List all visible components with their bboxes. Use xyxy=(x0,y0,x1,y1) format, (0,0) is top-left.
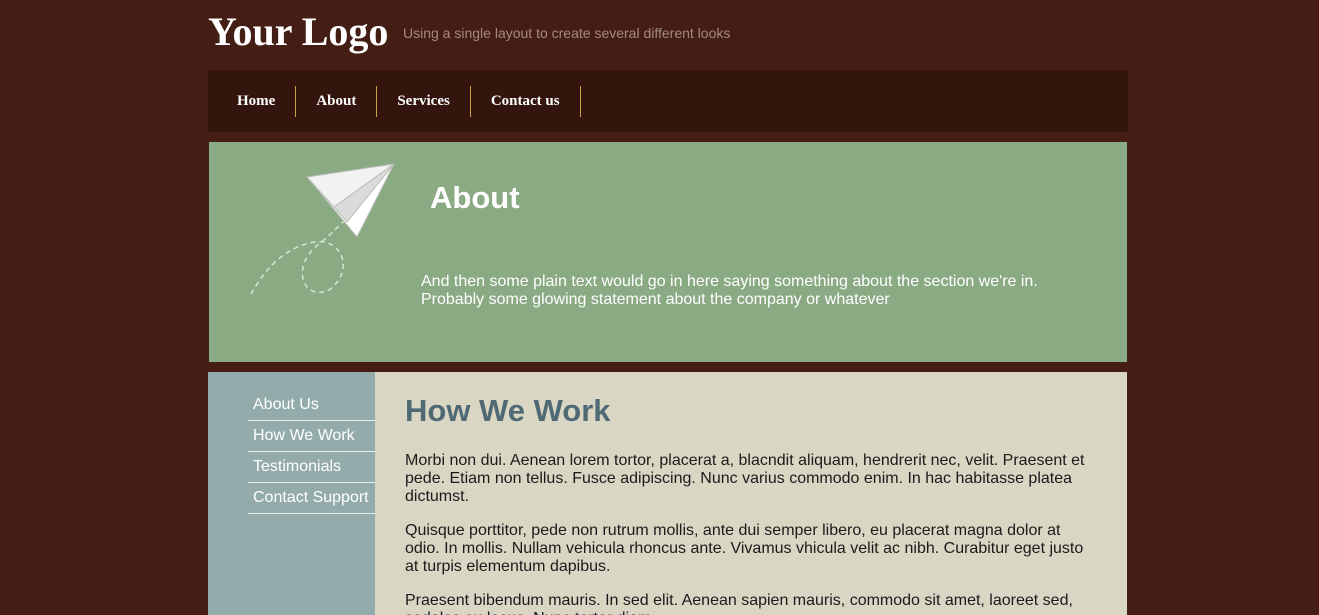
nav-link-about[interactable]: About xyxy=(296,93,376,110)
sidebar-link-testimonials[interactable]: Testimonials xyxy=(248,458,341,476)
site-logo[interactable]: Your Logo xyxy=(208,8,388,56)
sidebar-item-contact-support: Contact Support xyxy=(248,483,375,514)
sidebar: About Us How We Work Testimonials Contac… xyxy=(208,372,375,615)
hero-title: About xyxy=(430,180,520,215)
site-header: Your Logo Using a single layout to creat… xyxy=(208,0,1128,70)
sidebar-link-about-us[interactable]: About Us xyxy=(248,396,319,414)
content-paragraph: Praesent bibendum mauris. In sed elit. A… xyxy=(405,592,1073,615)
nav-link-home[interactable]: Home xyxy=(217,93,295,110)
paper-plane-icon xyxy=(250,163,395,295)
nav-item-services: Services xyxy=(377,85,471,117)
content-paragraph: Quisque porttitor, pede non rutrum molli… xyxy=(405,522,1084,575)
nav-link-services[interactable]: Services xyxy=(377,93,469,110)
hero-banner: About And then some plain text would go … xyxy=(209,142,1127,362)
main-nav: Home About Services Contact us xyxy=(208,70,1128,132)
content-title: How We Work xyxy=(405,393,611,428)
sidebar-item-how-we-work: How We Work xyxy=(248,421,375,452)
nav-item-home: Home xyxy=(217,85,297,117)
sidebar-item-testimonials: Testimonials xyxy=(248,452,375,483)
site-tagline: Using a single layout to create several … xyxy=(403,25,731,41)
content-body: Morbi non dui. Aenean lorem tortor, plac… xyxy=(405,452,1095,615)
sidebar-link-how-we-work[interactable]: How We Work xyxy=(248,427,355,445)
page-wrapper: Your Logo Using a single layout to creat… xyxy=(208,0,1128,132)
hero-text: And then some plain text would go in her… xyxy=(421,273,1038,308)
nav-link-contact[interactable]: Contact us xyxy=(471,93,580,110)
main-content: How We Work Morbi non dui. Aenean lorem … xyxy=(375,372,1127,615)
nav-item-contact: Contact us xyxy=(471,85,581,117)
sidebar-link-contact-support[interactable]: Contact Support xyxy=(248,489,369,507)
nav-item-about: About xyxy=(296,85,378,117)
sidebar-item-about-us: About Us xyxy=(248,390,375,421)
content-paragraph: Morbi non dui. Aenean lorem tortor, plac… xyxy=(405,452,1085,505)
